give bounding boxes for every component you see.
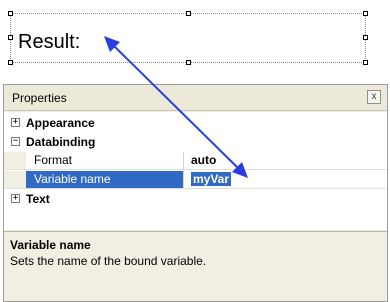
category-databinding[interactable]: − Databinding [4, 133, 387, 151]
category-label: Text [26, 192, 50, 206]
description-pane: Variable name Sets the name of the bound… [4, 231, 387, 301]
resize-handle-top-right[interactable] [363, 11, 368, 16]
property-value-editor[interactable]: myVar [185, 171, 387, 188]
row-margin [4, 152, 26, 169]
resize-handle-bottom-right[interactable] [363, 60, 368, 65]
resize-handle-bottom-left[interactable] [8, 60, 13, 65]
properties-panel: Properties x + Appearance − Databinding … [3, 84, 388, 302]
collapse-icon[interactable]: − [11, 137, 20, 146]
resize-handle-top-left[interactable] [8, 11, 13, 16]
properties-title: Properties [12, 91, 67, 105]
properties-titlebar: Properties x [4, 85, 387, 111]
property-name: Format [26, 152, 184, 169]
close-button[interactable]: x [367, 90, 381, 104]
category-text[interactable]: + Text [4, 190, 387, 208]
property-row-variable-name[interactable]: Variable name myVar [4, 171, 387, 189]
category-label: Appearance [26, 116, 95, 130]
category-label: Databinding [26, 135, 96, 149]
property-value[interactable]: auto [185, 152, 387, 169]
resize-handle-top-middle[interactable] [186, 11, 191, 16]
category-appearance[interactable]: + Appearance [4, 114, 387, 132]
result-label[interactable]: Result: [18, 30, 80, 54]
design-surface: Result: [0, 0, 390, 70]
property-row-format[interactable]: Format auto [4, 152, 387, 170]
description-title: Variable name [10, 238, 91, 252]
description-text: Sets the name of the bound variable. [10, 254, 207, 268]
row-margin [4, 171, 26, 188]
expand-icon[interactable]: + [11, 194, 20, 203]
resize-handle-middle-left[interactable] [8, 35, 13, 40]
property-value-text[interactable]: myVar [191, 172, 232, 186]
close-icon: x [371, 91, 377, 102]
resize-handle-middle-right[interactable] [363, 35, 368, 40]
property-name: Variable name [26, 171, 184, 188]
expand-icon[interactable]: + [11, 118, 20, 127]
property-grid: + Appearance − Databinding Format auto V… [4, 112, 387, 230]
resize-handle-bottom-middle[interactable] [186, 60, 191, 65]
